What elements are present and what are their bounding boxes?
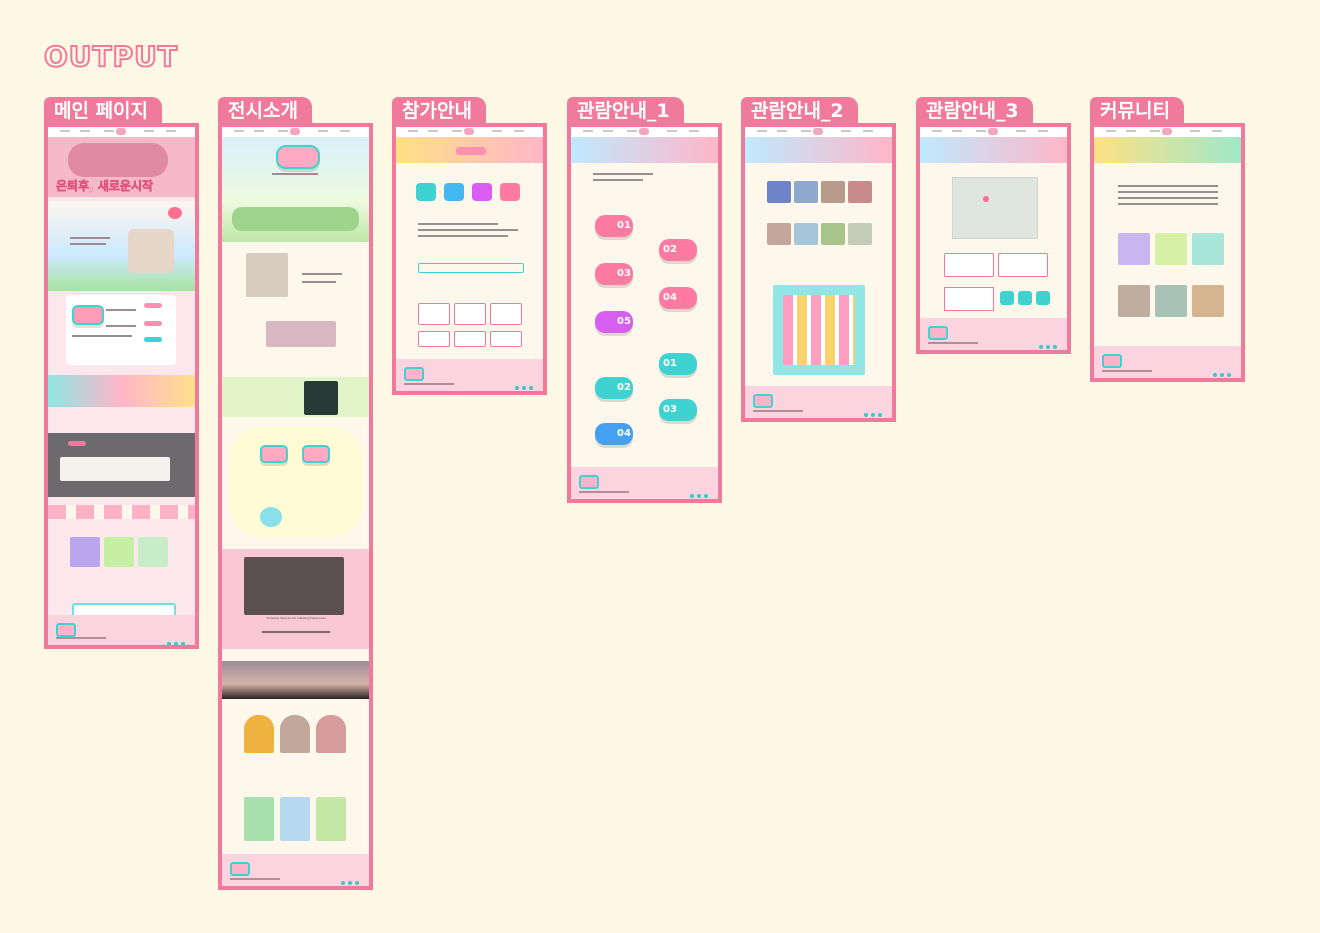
intro-hero [222,137,369,242]
frame-guide-2 [741,123,896,422]
story-section [246,253,346,353]
page-banner [1094,137,1241,163]
info-boxes [944,253,1048,277]
mockup-community: 커뮤니티 [1090,97,1245,382]
tab-guide-2[interactable]: 관람안내_2 [741,97,858,123]
mockup-guide-1: 관람안내_1 01 02 03 04 05 01 02 03 04 [567,97,722,503]
step-left-2: 02 [659,239,697,261]
step-right-4: 04 [595,423,633,445]
step-left-5: 05 [595,311,633,333]
frame-guide-3 [916,123,1071,354]
footer [396,359,543,391]
step-right-2: 02 [595,377,633,399]
transport-icons [1000,291,1050,307]
transport-box [944,287,994,311]
tab-main[interactable]: 메인 페이지 [44,97,163,123]
tab-guide-3[interactable]: 관람안내_3 [916,97,1033,123]
tab-community[interactable]: 커뮤니티 [1090,97,1184,123]
frame-community [1090,123,1245,382]
page-banner [745,137,892,163]
footer [920,318,1067,350]
photo-cards [244,715,348,755]
mockup-guide-3: 관람안내_3 [916,97,1071,354]
video-section [222,549,369,649]
footer [745,386,892,418]
floor-map [773,285,865,375]
step-right-1: 01 [659,353,697,375]
yellow-section [230,427,362,537]
notice-box [418,263,524,273]
step-left-4: 04 [659,287,697,309]
frame-participation [392,123,547,395]
photo-grid [767,181,873,253]
hero-headline: 은퇴후, 새로운시작 [56,179,154,194]
frame-exhibition: Timeless Spaces For Lifelong Happiness [218,123,373,890]
frame-main: 은퇴후, 새로운시작 [44,123,199,649]
step-right-3: 03 [659,399,697,421]
step-left-3: 03 [595,263,633,285]
footer [571,467,718,499]
page-banner [920,137,1067,163]
sunset-banner [222,661,369,699]
mockup-exhibition: 전시소개 Timeless Spaces For Lifelong Happin… [218,97,373,890]
dark-banner [48,433,195,497]
hero-section: 은퇴후, 새로운시작 [48,137,195,197]
poster-cards [244,797,348,841]
info-card [66,295,176,365]
footer [48,615,195,645]
footer [222,854,369,886]
step-left-1: 01 [595,215,633,237]
category-boxes [418,303,522,353]
logo-strip [48,505,195,519]
location-map [952,177,1038,239]
page-banner [396,137,543,163]
wave-banner [48,375,195,407]
tab-participation[interactable]: 참가안내 [392,97,486,123]
tab-guide-1[interactable]: 관람안내_1 [567,97,684,123]
page-banner [571,137,718,163]
event-cards [70,537,170,581]
card-grid [1118,233,1224,321]
mockup-main: 메인 페이지 은퇴후, 새로운시작 [44,97,199,649]
process-flow [416,183,526,207]
frame-guide-1: 01 02 03 04 05 01 02 03 04 [567,123,722,503]
mockup-participation: 참가안내 [392,97,547,395]
video-caption: Timeless Spaces For Lifelong Happiness [266,616,326,620]
tab-exhibition[interactable]: 전시소개 [218,97,312,123]
page-title: OUTPUT [43,39,178,74]
footer [1094,346,1241,378]
mockup-guide-2: 관람안내_2 [741,97,896,422]
intro-section [48,201,195,291]
green-band [222,377,369,417]
